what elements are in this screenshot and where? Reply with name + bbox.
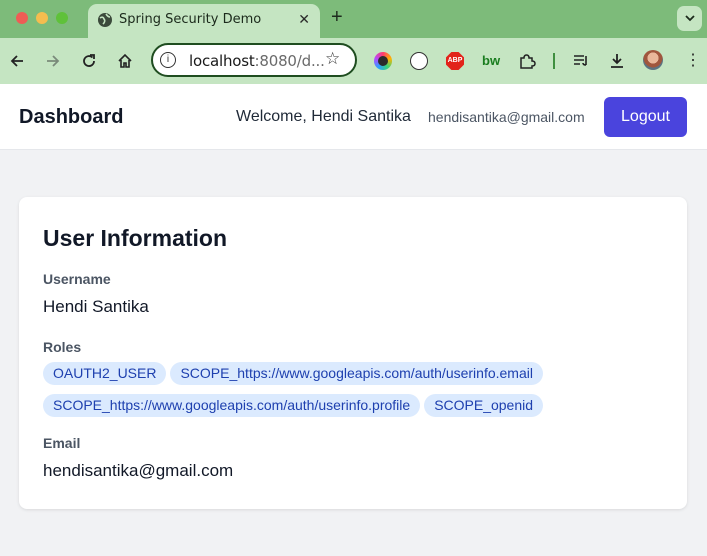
home-icon[interactable]: [116, 52, 134, 70]
globe-icon: [98, 13, 112, 27]
welcome-text: Welcome, Hendi Santika: [236, 108, 411, 125]
url-path: :8080/d...: [254, 52, 325, 70]
ghost-extension-icon[interactable]: [410, 52, 428, 70]
chevron-down-icon: [684, 15, 695, 22]
bookmark-star-icon[interactable]: ☆: [325, 49, 340, 69]
roles-label: Roles: [43, 339, 82, 355]
app-header: Dashboard Welcome, Hendi Santika hendisa…: [0, 84, 707, 150]
email-label: Email: [43, 435, 81, 451]
bw-extension-icon[interactable]: bw: [482, 52, 500, 70]
color-picker-extension-icon[interactable]: [374, 52, 392, 70]
back-arrow-icon[interactable]: [8, 52, 26, 70]
role-badge: SCOPE_https://www.googleapis.com/auth/us…: [43, 394, 421, 417]
user-information-card: User Information Username Hendi Santika …: [19, 197, 687, 509]
tab-search-button[interactable]: [677, 6, 702, 31]
tab-title: Spring Security Demo: [119, 12, 262, 27]
roles-list: OAUTH2_USER SCOPE_https://www.googleapis.…: [43, 362, 663, 426]
window-maximize-button[interactable]: [56, 12, 68, 24]
browser-tab[interactable]: Spring Security Demo ✕: [88, 4, 320, 38]
url-text: localhost:8080/d...: [189, 52, 325, 70]
more-menu-icon[interactable]: ⋮: [684, 52, 702, 70]
window-close-button[interactable]: [16, 12, 28, 24]
role-badge: OAUTH2_USER: [43, 362, 167, 385]
browser-toolbar: i localhost:8080/d... ☆ ABP bw ⋮: [0, 38, 707, 84]
toolbar-divider: [553, 53, 555, 69]
logout-button[interactable]: Logout: [604, 97, 687, 137]
card-title: User Information: [43, 225, 228, 251]
download-icon[interactable]: [608, 52, 626, 70]
role-badge: SCOPE_https://www.googleapis.com/auth/us…: [170, 362, 543, 385]
url-host: localhost: [189, 52, 255, 70]
reload-icon[interactable]: [80, 52, 98, 70]
address-bar[interactable]: i localhost:8080/d... ☆: [151, 43, 357, 77]
browser-tab-strip: Spring Security Demo ✕ +: [0, 0, 707, 38]
profile-avatar[interactable]: [643, 50, 663, 70]
page-title: Dashboard: [19, 106, 124, 128]
username-value: Hendi Santika: [43, 297, 149, 316]
extensions-puzzle-icon[interactable]: [518, 52, 536, 70]
new-tab-button[interactable]: +: [331, 6, 343, 29]
reading-list-icon[interactable]: [572, 52, 590, 70]
site-info-icon[interactable]: i: [160, 52, 176, 68]
username-label: Username: [43, 271, 111, 287]
adblock-plus-extension-icon[interactable]: ABP: [446, 52, 464, 70]
window-minimize-button[interactable]: [36, 12, 48, 24]
header-email: hendisantika@gmail.com: [428, 109, 585, 125]
role-badge: SCOPE_openid: [424, 394, 544, 417]
close-tab-icon[interactable]: ✕: [298, 11, 310, 28]
forward-arrow-icon[interactable]: [44, 52, 62, 70]
email-value: hendisantika@gmail.com: [43, 461, 234, 480]
